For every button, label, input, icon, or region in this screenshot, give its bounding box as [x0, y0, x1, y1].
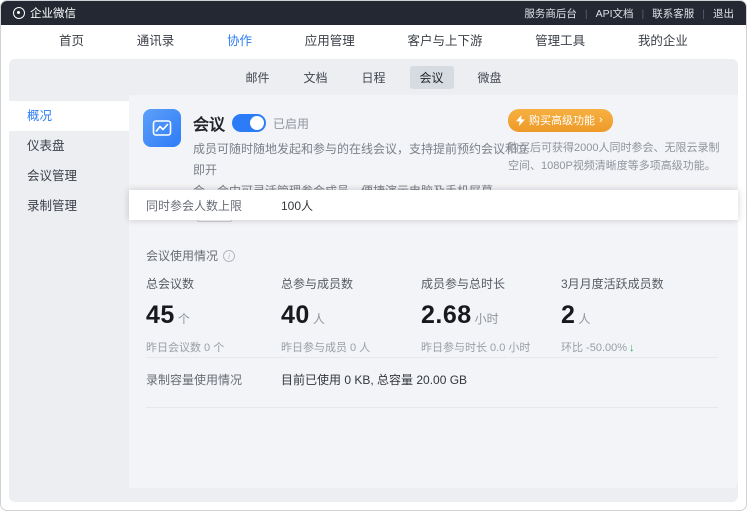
stat-value: 40 [281, 301, 310, 330]
sidebar-item-dashboard[interactable]: 仪表盘 [9, 131, 129, 161]
main-nav: 首页 通讯录 协作 应用管理 客户与上下游 管理工具 我的企业 [1, 25, 746, 53]
main-panel: 会议 已启用 成员可随时随地发起和参与的在线会议，支持提前预约会议和立即开 会，… [129, 95, 738, 488]
nav-item-customers[interactable]: 客户与上下游 [407, 30, 482, 49]
premium-promo-text: 购买后可获得2000人同时参会、无限云录制空间、1080P视频清晰度等多项高级功… [508, 140, 722, 175]
stat-value: 2.68 [421, 301, 472, 330]
premium-promo: 购买高级功能 › 购买后可获得2000人同时参会、无限云录制空间、1080P视频… [508, 109, 722, 175]
module-tabs: 邮件 文档 日程 会议 微盘 [9, 59, 738, 95]
participant-limit-row: 同时参会人数上限 100人 [129, 190, 738, 220]
buy-premium-label: 购买高级功能 [529, 112, 595, 128]
topbar-link-provider-console[interactable]: 服务商后台 [524, 6, 577, 21]
stat-label: 总会议数 [146, 275, 281, 292]
usage-section-title: 会议使用情况 i [146, 247, 235, 264]
brand-name: 企业微信 [30, 5, 76, 21]
usage-title-text: 会议使用情况 [146, 247, 218, 264]
trend-down-icon: ↓ [629, 342, 635, 354]
stat-label: 3月月度活跃成员数 [561, 275, 718, 292]
meeting-enabled-toggle[interactable] [232, 114, 266, 132]
nav-item-home[interactable]: 首页 [59, 30, 84, 49]
topbar: 企业微信 服务商后台 API文档 联系客服 退出 [1, 1, 746, 25]
wecom-admin-window: 企业微信 服务商后台 API文档 联系客服 退出 首页 通讯录 协作 应用管理 … [0, 0, 747, 511]
usage-stats-grid: 总会议数 45 个 昨日会议数 0 个 总参与成员数 40 人 昨日参与成员 0… [146, 275, 718, 355]
info-icon[interactable]: i [223, 250, 235, 262]
stat-subtext: 昨日会议数 0 个 [146, 339, 281, 355]
sidebar-item-recording-management[interactable]: 录制管理 [9, 191, 129, 221]
toggle-knob [250, 116, 264, 130]
participant-limit-label: 同时参会人数上限 [146, 197, 281, 214]
meeting-title-row: 会议 已启用 [193, 111, 309, 135]
content-container: 邮件 文档 日程 会议 微盘 概况 仪表盘 会议管理 录制管理 会议 [9, 59, 738, 502]
stat-subtext: 昨日参与成员 0 人 [281, 339, 421, 355]
page-title: 会议 [193, 111, 225, 135]
description-line-1: 成员可随时随地发起和参与的在线会议，支持提前预约会议和立即开 [193, 142, 529, 177]
recording-capacity-row: 录制容量使用情况 目前已使用 0 KB, 总容量 20.00 GB [146, 371, 467, 388]
sidebar-item-overview[interactable]: 概况 [9, 101, 129, 131]
nav-item-admin-tools[interactable]: 管理工具 [535, 30, 585, 49]
topbar-link-api-docs[interactable]: API文档 [577, 6, 634, 21]
wecom-logo-icon [13, 7, 25, 19]
topbar-link-contact-support[interactable]: 联系客服 [634, 6, 695, 21]
stat-unit: 个 [178, 310, 190, 327]
stat-monthly-active-members: 3月月度活跃成员数 2 人 环比 -50.00%↓ [561, 275, 718, 355]
topbar-link-logout[interactable]: 退出 [694, 6, 734, 21]
tab-meeting[interactable]: 会议 [410, 66, 454, 89]
tab-calendar[interactable]: 日程 [351, 66, 395, 89]
chevron-right-icon: › [599, 115, 603, 126]
meeting-app-icon [143, 109, 181, 147]
stat-subtext-value: 环比 -50.00% [561, 342, 627, 354]
vip-lightning-icon [516, 115, 525, 126]
section-divider [146, 357, 718, 358]
tab-docs[interactable]: 文档 [293, 66, 337, 89]
nav-item-app-management[interactable]: 应用管理 [305, 30, 355, 49]
tab-mail[interactable]: 邮件 [235, 66, 279, 89]
stat-value: 2 [561, 301, 575, 330]
stat-subtext: 昨日参与时长 0.0 小时 [421, 339, 561, 355]
stat-subtext: 环比 -50.00%↓ [561, 339, 718, 355]
tab-drive[interactable]: 微盘 [468, 66, 512, 89]
stat-total-meetings: 总会议数 45 个 昨日会议数 0 个 [146, 275, 281, 355]
topbar-links: 服务商后台 API文档 联系客服 退出 [524, 6, 734, 21]
buy-premium-button[interactable]: 购买高级功能 › [508, 109, 613, 132]
stat-unit: 人 [313, 310, 325, 327]
stat-label: 成员参与总时长 [421, 275, 561, 292]
stat-total-duration: 成员参与总时长 2.68 小时 昨日参与时长 0.0 小时 [421, 275, 561, 355]
recording-capacity-label: 录制容量使用情况 [146, 371, 281, 388]
stat-total-participants: 总参与成员数 40 人 昨日参与成员 0 人 [281, 275, 421, 355]
nav-item-contacts[interactable]: 通讯录 [137, 30, 175, 49]
recording-capacity-value: 目前已使用 0 KB, 总容量 20.00 GB [281, 371, 467, 388]
participant-limit-value: 100人 [281, 197, 313, 214]
brand[interactable]: 企业微信 [13, 5, 76, 21]
stat-label: 总参与成员数 [281, 275, 421, 292]
stat-value: 45 [146, 301, 175, 330]
section-divider [146, 407, 718, 408]
sidebar-item-meeting-management[interactable]: 会议管理 [9, 161, 129, 191]
toggle-status-label: 已启用 [273, 115, 309, 132]
stat-unit: 人 [578, 310, 590, 327]
nav-item-my-company[interactable]: 我的企业 [638, 30, 688, 49]
sidebar: 概况 仪表盘 会议管理 录制管理 [9, 95, 129, 502]
stat-unit: 小时 [475, 310, 499, 327]
nav-item-collaboration[interactable]: 协作 [227, 30, 252, 49]
